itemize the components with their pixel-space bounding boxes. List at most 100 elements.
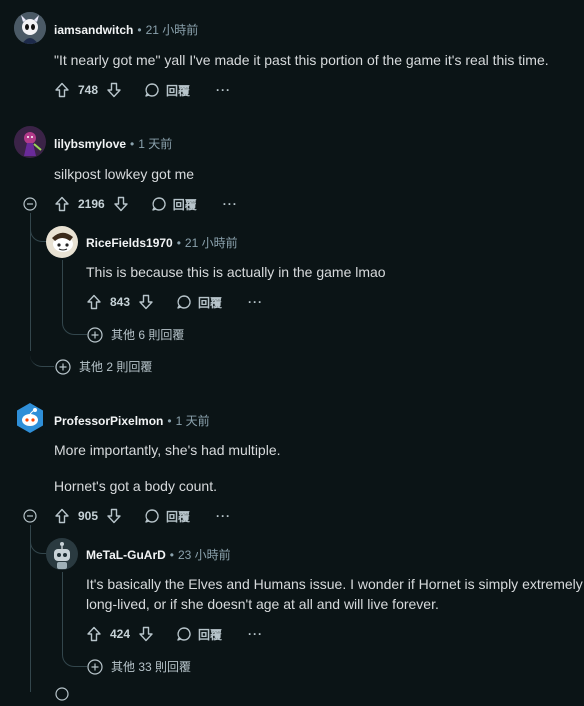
timestamp[interactable]: 21 小時前 <box>146 23 199 37</box>
speech-bubble-icon <box>145 83 159 97</box>
downvote-button[interactable] <box>138 626 154 642</box>
comment-body: silkpost lowkey got me <box>54 164 194 184</box>
reply-label: 回覆 <box>198 295 223 310</box>
reply-button[interactable]: 回覆 <box>176 626 222 643</box>
username[interactable]: MeTaL-GuArD <box>86 548 166 562</box>
comment-header: ProfessorPixelmon • 1 天前 <box>54 412 210 429</box>
downvote-button[interactable] <box>138 294 154 310</box>
upvote-button[interactable] <box>54 82 70 98</box>
separator: • <box>167 414 172 428</box>
upvote-button[interactable] <box>86 294 102 310</box>
timestamp[interactable]: 1 天前 <box>138 137 172 151</box>
vote-count: 905 <box>78 509 99 523</box>
username[interactable]: ProfessorPixelmon <box>54 414 163 428</box>
upvote-button[interactable] <box>54 508 70 524</box>
snoo-hex-avatar-icon <box>14 402 46 434</box>
comment-header: RiceFields1970 • 21 小時前 <box>86 234 238 251</box>
comment-actions: 905 回覆 ··· <box>54 504 231 528</box>
more-options-button[interactable]: ··· <box>216 509 231 523</box>
avatar[interactable] <box>46 538 78 570</box>
arrow-up-icon <box>87 626 101 642</box>
upvote-button[interactable] <box>54 196 70 212</box>
timestamp[interactable]: 23 小時前 <box>178 548 231 562</box>
comment-text: "It nearly got me" yall I've made it pas… <box>54 52 549 68</box>
separator: • <box>176 236 181 250</box>
character-avatar-icon <box>14 126 46 158</box>
arrow-up-icon <box>87 294 101 310</box>
comment-actions: 843 回覆 ··· <box>86 290 263 314</box>
username[interactable]: lilybsmylove <box>54 137 126 151</box>
collapse-thread-button[interactable] <box>23 509 37 523</box>
comment-body: It's basically the Elves and Humans issu… <box>86 574 583 614</box>
reply-button[interactable]: 回覆 <box>151 196 197 213</box>
plus-circle-icon <box>87 658 103 675</box>
username[interactable]: RiceFields1970 <box>86 236 173 250</box>
more-replies-link[interactable]: 其他 33 則回覆 <box>87 658 191 675</box>
timestamp[interactable]: 21 小時前 <box>185 236 238 250</box>
comment-actions: 2196 回覆 ··· <box>54 192 238 216</box>
avatar[interactable] <box>14 126 46 158</box>
arrow-up-icon <box>55 196 69 212</box>
comment-body: "It nearly got me" yall I've made it pas… <box>54 50 549 70</box>
thread-connector <box>62 648 87 667</box>
arrow-down-icon <box>139 294 153 310</box>
thread-line[interactable] <box>30 525 31 692</box>
more-options-button[interactable]: ··· <box>223 197 238 211</box>
comment-body: More importantly, she's had multiple. Ho… <box>54 440 281 496</box>
reply-label: 回覆 <box>198 627 223 642</box>
vote-count: 2196 <box>78 197 105 211</box>
thread-connector <box>30 345 54 367</box>
speech-bubble-icon <box>177 295 191 309</box>
reply-button[interactable]: 回覆 <box>144 508 190 525</box>
robot-snoo-avatar-icon <box>46 538 78 570</box>
comment-text: Hornet's got a body count. <box>54 478 217 494</box>
comment-text: It's basically the Elves and Humans issu… <box>86 576 583 592</box>
more-options-button[interactable]: ··· <box>248 295 263 309</box>
comment-header: lilybsmylove • 1 天前 <box>54 135 172 152</box>
arrow-down-icon <box>107 82 121 98</box>
minus-circle-icon <box>23 197 37 211</box>
arrow-up-icon <box>55 82 69 98</box>
expand-thread-button[interactable] <box>55 687 69 701</box>
collapse-thread-button[interactable] <box>23 197 37 211</box>
knight-avatar-icon <box>14 12 46 44</box>
speech-bubble-icon <box>145 509 159 523</box>
thread-line[interactable] <box>62 260 63 320</box>
comment-text: long-lived, or if she doesn't age at all… <box>86 596 439 612</box>
more-replies-link[interactable]: 其他 6 則回覆 <box>87 326 184 343</box>
thread-line[interactable] <box>62 572 63 652</box>
more-options-button[interactable]: ··· <box>248 627 263 641</box>
downvote-button[interactable] <box>106 82 122 98</box>
avatar[interactable] <box>46 226 78 258</box>
more-options-button[interactable]: ··· <box>216 83 231 97</box>
more-replies-label: 其他 6 則回覆 <box>111 328 185 342</box>
plus-circle-icon <box>55 687 69 701</box>
comment-actions: 424 回覆 ··· <box>86 622 263 646</box>
username[interactable]: iamsandwitch <box>54 23 133 37</box>
reply-button[interactable]: 回覆 <box>176 294 222 311</box>
reply-label: 回覆 <box>166 509 191 524</box>
reply-button[interactable]: 回覆 <box>144 82 190 99</box>
comment-header: MeTaL-GuArD • 23 小時前 <box>86 546 231 563</box>
avatar[interactable] <box>14 402 46 434</box>
vote-count: 424 <box>110 627 131 641</box>
vote-count: 748 <box>78 83 99 97</box>
plus-circle-icon <box>55 358 71 375</box>
downvote-button[interactable] <box>113 196 129 212</box>
thread-connector <box>30 213 47 242</box>
thread-connector <box>30 525 47 554</box>
upvote-button[interactable] <box>86 626 102 642</box>
timestamp[interactable]: 1 天前 <box>176 414 210 428</box>
separator: • <box>169 548 174 562</box>
avatar[interactable] <box>14 12 46 44</box>
speech-bubble-icon <box>177 627 191 641</box>
reply-label: 回覆 <box>166 83 191 98</box>
comment-text: silkpost lowkey got me <box>54 166 195 182</box>
downvote-button[interactable] <box>106 508 122 524</box>
separator: • <box>137 23 142 37</box>
snoo-avatar-icon <box>46 226 78 258</box>
more-replies-link[interactable]: 其他 2 則回覆 <box>55 358 152 375</box>
more-replies-label: 其他 33 則回覆 <box>111 660 192 674</box>
vote-count: 843 <box>110 295 131 309</box>
thread-connector <box>62 316 87 335</box>
